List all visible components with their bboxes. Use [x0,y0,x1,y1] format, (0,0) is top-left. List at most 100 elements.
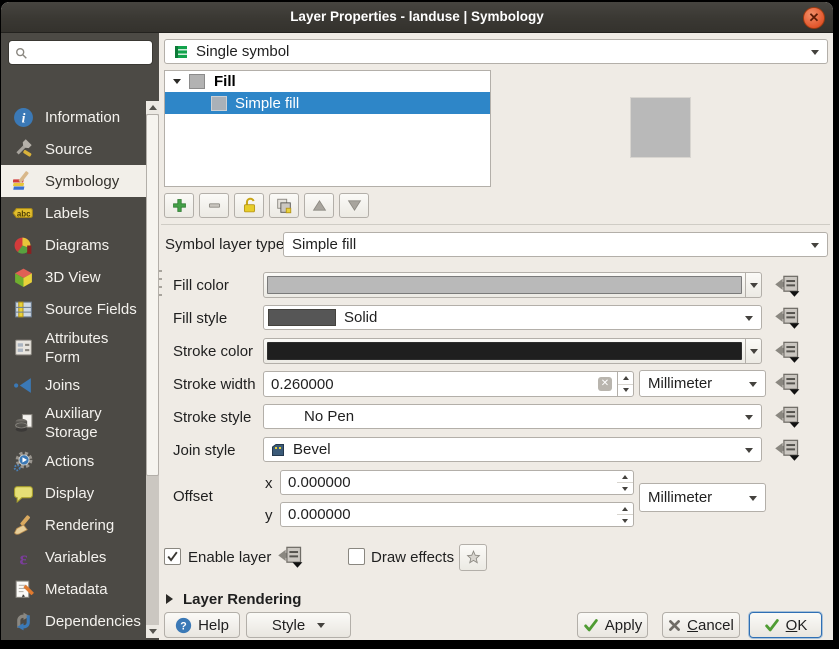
metadata-icon [11,579,35,600]
stroke-width-label: Stroke width [173,376,256,393]
chevron-down-icon [750,349,758,358]
symbol-type-dropdown[interactable]: Single symbol [164,39,828,64]
sidebar-item-symbology[interactable]: Symbology [1,165,146,198]
sidebar-item-dependencies[interactable]: Dependencies [1,606,146,638]
sidebar-item-label: Auxiliary Storage [45,405,102,442]
chevron-down-icon [745,447,753,457]
fill-color-label: Fill color [173,277,229,294]
arrow-up-icon [312,200,326,211]
effects-options-button[interactable] [459,544,487,571]
step-up-icon[interactable] [617,471,633,483]
fill-style-override-button[interactable] [774,304,800,330]
step-up-icon[interactable] [617,503,633,515]
expand-caret-icon[interactable] [173,79,181,88]
stroke-width-unit-dropdown[interactable]: Millimeter [639,370,766,397]
lock-colors-button[interactable] [234,193,264,218]
offset-x-label: x [265,475,273,492]
close-button[interactable]: ✕ [803,7,825,29]
step-up-icon[interactable] [618,372,633,385]
enable-layer-label: Enable layer [188,549,272,566]
stroke-width-stepper[interactable] [617,372,633,396]
stroke-style-override-button[interactable] [774,403,800,429]
draw-effects-checkbox[interactable] [348,548,365,565]
expand-right-caret-icon[interactable] [166,594,178,604]
fill-style-label: Fill style [173,310,228,327]
fill-color-override-button[interactable] [774,272,800,298]
step-down-icon[interactable] [617,483,633,494]
sidebar-item-label: Source [45,140,93,158]
sidebar-scrollbar[interactable] [146,101,159,638]
symbol-layer-type-dropdown[interactable]: Simple fill [283,232,828,257]
apply-button[interactable]: Apply [577,612,648,638]
sidebar-item-actions[interactable]: Actions [1,445,146,477]
stroke-color-button[interactable] [263,338,762,364]
information-icon: i [11,107,35,128]
duplicate-symbol-layer-button[interactable] [269,193,299,218]
fill-color-button[interactable] [263,272,762,298]
sidebar-item-diagrams[interactable]: Diagrams [1,230,146,262]
join-style-dropdown[interactable]: Bevel [263,437,762,462]
chevron-down-icon [749,381,757,391]
symbol-layer-type-label: Symbol layer type [165,236,285,253]
sidebar-item-label: Joins [45,377,81,395]
stroke-style-dropdown[interactable]: No Pen [263,404,762,429]
enable-layer-checkbox[interactable] [164,548,181,565]
move-down-button[interactable] [339,193,369,218]
step-down-icon[interactable] [618,385,633,397]
ok-button[interactable]: OK [749,612,822,638]
splitter-handle[interactable] [159,270,162,296]
sidebar-search[interactable] [8,40,153,65]
svg-text:ε: ε [19,548,27,568]
offset-x-spinbox[interactable]: 0.000000 [280,470,634,495]
display-icon [11,483,35,504]
style-button[interactable]: Style [246,612,351,638]
labels-icon: abc [11,202,35,224]
stroke-color-dropdown[interactable] [745,339,761,363]
open-lock-icon [243,197,255,213]
stroke-width-override-button[interactable] [774,370,800,396]
cancel-label: Cancel [687,616,734,634]
join-style-override-button[interactable] [774,436,800,462]
sidebar-item-variables[interactable]: ε Variables [1,542,146,574]
add-symbol-layer-button[interactable] [164,193,194,218]
sidebar-item-information[interactable]: i Information [1,101,146,133]
sidebar-item-joins[interactable]: Joins [1,369,146,401]
sidebar-item-source-fields[interactable]: Source Fields [1,294,146,326]
search-input[interactable] [32,44,146,61]
fill-color-dropdown[interactable] [745,273,761,297]
stroke-color-override-button[interactable] [774,338,800,364]
sidebar-item-metadata[interactable]: Metadata [1,574,146,606]
titlebar[interactable]: Layer Properties - landuse | Symbology ✕ [1,2,833,33]
help-button[interactable]: ? Help [164,612,240,638]
sidebar-item-3d-view[interactable]: 3D View [1,262,146,294]
move-up-button[interactable] [304,193,334,218]
sidebar-item-labels[interactable]: abc Labels [1,197,146,229]
help-label: Help [198,616,229,634]
tree-row-simple-fill[interactable]: Simple fill [165,92,490,114]
scrollbar-thumb[interactable] [146,114,159,476]
chevron-down-icon [750,283,758,292]
stroke-width-spinbox[interactable]: 0.260000 ✕ [263,371,634,397]
remove-symbol-layer-button[interactable] [199,193,229,218]
offset-y-stepper[interactable] [617,503,633,526]
sidebar-item-attributes-form[interactable]: Attributes Form [1,326,146,369]
sidebar-item-display[interactable]: Display [1,477,146,509]
sidebar-item-rendering[interactable]: Rendering [1,509,146,541]
cancel-button[interactable]: Cancel [662,612,740,638]
scroll-up-icon[interactable] [146,101,159,114]
layer-rendering-header[interactable]: Layer Rendering [183,591,301,608]
sidebar-item-auxiliary-storage[interactable]: Auxiliary Storage [1,402,146,445]
tree-row-fill[interactable]: Fill [165,71,490,92]
offset-x-stepper[interactable] [617,471,633,494]
clear-icon[interactable]: ✕ [598,377,612,391]
scroll-down-icon[interactable] [146,625,159,638]
offset-unit-dropdown[interactable]: Millimeter [639,483,766,512]
enable-layer-override-button[interactable] [277,543,303,569]
step-down-icon[interactable] [617,515,633,526]
fill-style-dropdown[interactable]: Solid [263,305,762,330]
sidebar-item-source[interactable]: Source [1,133,146,165]
offset-y-spinbox[interactable]: 0.000000 [280,502,634,527]
offset-x-value: 0.000000 [288,474,351,491]
chevron-down-icon [811,242,819,252]
sidebar-item-label: Display [45,484,95,502]
